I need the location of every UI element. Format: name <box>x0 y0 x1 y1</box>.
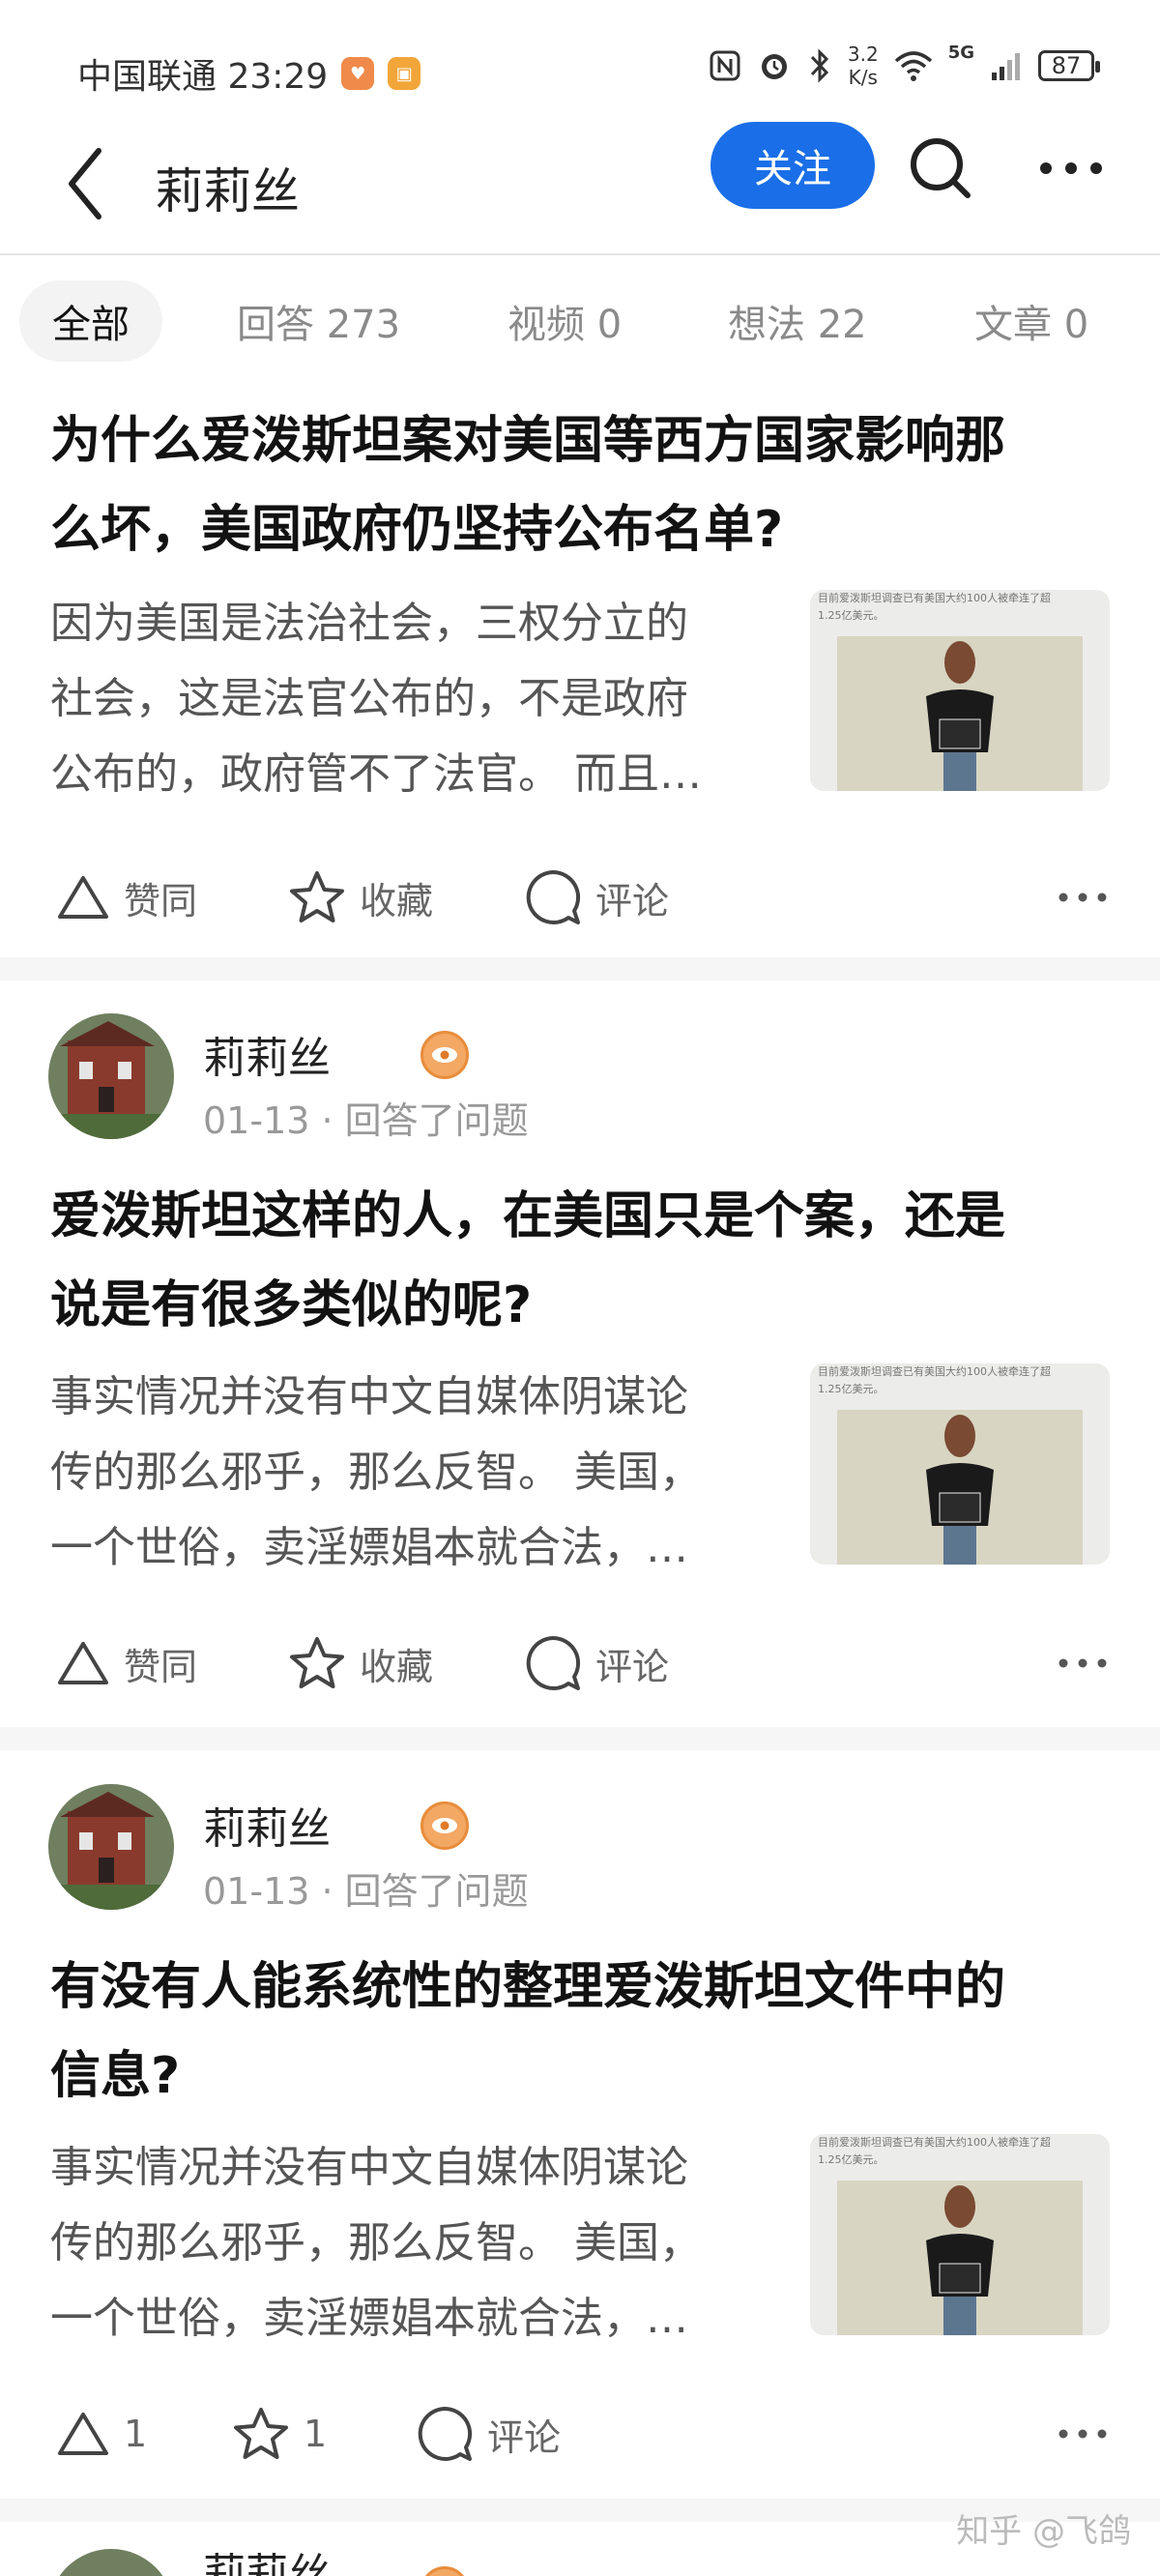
signal-type: 5G <box>947 43 974 63</box>
action-bar: 赞同 收藏 评论 <box>0 1615 1160 1712</box>
tab-answers[interactable]: 回答 273 <box>237 280 400 362</box>
nfc-icon <box>710 50 740 81</box>
action-bar: 1 1 评论 <box>0 2386 1160 2482</box>
signal-icon <box>992 53 1020 80</box>
favorite-button[interactable]: 1 <box>232 2386 327 2482</box>
answer-card[interactable]: 莉莉丝 01-13 · 回答了问题 爱泼斯坦这样的人，在美国只是个案，还是 说是… <box>0 1013 1160 1710</box>
page-title: 莉莉丝 <box>155 163 300 220</box>
carrier-time: 中国联通 23:29 <box>77 57 329 97</box>
thumbnail-photo <box>837 636 1083 791</box>
back-arrow-icon <box>69 148 102 220</box>
avatar-image <box>48 1013 174 1139</box>
star-icon <box>234 2408 288 2459</box>
comment-button[interactable]: 评论 <box>416 2386 561 2482</box>
question-title[interactable]: 有没有人能系统性的整理爱泼斯坦文件中的 信息? <box>50 1943 1114 2121</box>
favorite-button[interactable]: 收藏 <box>288 849 433 946</box>
card-separator <box>0 1727 1160 1750</box>
answer-excerpt[interactable]: 因为美国是法治社会，三权分立的 社会，这是法官公布的，不是政府 公布的，政府管不… <box>50 586 804 812</box>
net-speed: 3.2 <box>847 43 879 66</box>
upvote-triangle-icon <box>58 2413 108 2455</box>
action-bar: 赞同 收藏 评论 <box>0 849 1160 946</box>
tab-all[interactable]: 全部 <box>19 280 162 362</box>
content-tabs: 全部 回答 273 视频 0 想法 22 文章 0 <box>0 280 1160 367</box>
upvote-triangle-icon <box>58 876 108 919</box>
comment-button[interactable]: 评论 <box>524 849 669 946</box>
author-name[interactable]: 莉莉丝 <box>203 1794 331 1856</box>
app-notification-icon: ▣ <box>388 57 421 90</box>
author-name[interactable]: 莉莉丝 <box>203 1023 331 1085</box>
more-dots-icon <box>1058 893 1107 902</box>
star-icon <box>290 871 344 922</box>
author-name[interactable]: 莉莉丝 <box>203 2549 331 2576</box>
author-row[interactable]: 莉莉丝 01-13 · 回答了问题 <box>48 1784 1112 1916</box>
follow-button[interactable]: 关注 <box>710 122 875 209</box>
tab-thoughts[interactable]: 想法 22 <box>728 280 867 362</box>
avatar[interactable] <box>48 1784 174 1910</box>
watermark: 知乎 @飞鸽 <box>956 2512 1131 2551</box>
answer-card[interactable]: 为什么爱泼斯坦案对美国等西方国家影响那 么坏，美国政府仍坚持公布名单? 因为美国… <box>0 396 1160 948</box>
tab-articles[interactable]: 文章 0 <box>974 280 1088 362</box>
comment-button[interactable]: 评论 <box>524 1615 669 1712</box>
more-dots-icon <box>1058 2429 1107 2439</box>
wifi-icon <box>894 51 932 81</box>
avatar[interactable] <box>48 2549 174 2576</box>
search-icon <box>911 138 971 198</box>
answer-thumbnail[interactable]: 目前爱泼斯坦调查已有美国大约100人被牵连了超 1.25亿美元。 <box>810 590 1110 791</box>
header-divider <box>0 253 1160 255</box>
question-title[interactable]: 为什么爱泼斯坦案对美国等西方国家影响那 么坏，美国政府仍坚持公布名单? <box>50 396 1114 574</box>
upvote-button[interactable]: 赞同 <box>56 849 197 946</box>
card-separator <box>0 957 1160 981</box>
tab-videos[interactable]: 视频 0 <box>508 280 622 362</box>
answer-excerpt[interactable]: 事实情况并没有中文自媒体阴谋论 传的那么邪乎，那么反智。 美国， 一个世俗，卖淫… <box>50 1360 804 1586</box>
creator-badge-icon <box>420 1801 469 1850</box>
card-more-button[interactable] <box>1054 2405 1112 2463</box>
back-button[interactable] <box>58 135 116 232</box>
thumbnail-photo <box>837 2181 1083 2335</box>
answer-meta: 01-13 · 回答了问题 <box>203 1870 529 1913</box>
more-options-button[interactable] <box>1034 132 1108 205</box>
comment-bubble-icon <box>418 2406 473 2461</box>
answer-card[interactable]: 莉莉丝 <box>0 2549 1160 2576</box>
answer-excerpt[interactable]: 事实情况并没有中文自媒体阴谋论 传的那么邪乎，那么反智。 美国， 一个世俗，卖淫… <box>50 2130 804 2356</box>
answer-meta: 01-13 · 回答了问题 <box>203 1099 529 1142</box>
app-notification-icon: ♥ <box>341 57 375 90</box>
more-dots-icon <box>1058 1658 1107 1668</box>
card-more-button[interactable] <box>1054 1634 1112 1692</box>
thumbnail-photo <box>837 1410 1083 1565</box>
answer-thumbnail[interactable]: 目前爱泼斯坦调查已有美国大约100人被牵连了超 1.25亿美元。 <box>810 1363 1110 1565</box>
upvote-button[interactable]: 1 <box>56 2386 147 2482</box>
avatar-image <box>48 1784 174 1910</box>
card-more-button[interactable] <box>1054 868 1112 926</box>
comment-bubble-icon <box>526 1635 581 1690</box>
bluetooth-icon <box>810 48 828 83</box>
star-icon <box>290 1637 344 1688</box>
question-title[interactable]: 爱泼斯坦这样的人，在美国只是个案，还是 说是有很多类似的呢? <box>50 1172 1114 1350</box>
comment-bubble-icon <box>526 869 581 924</box>
upvote-triangle-icon <box>58 1642 108 1684</box>
battery-indicator: 87 <box>1038 50 1100 81</box>
answer-card[interactable]: 莉莉丝 01-13 · 回答了问题 有没有人能系统性的整理爱泼斯坦文件中的 信息… <box>0 1784 1160 2480</box>
author-row[interactable]: 莉莉丝 01-13 · 回答了问题 <box>48 1013 1112 1145</box>
upvote-button[interactable]: 赞同 <box>56 1615 197 1712</box>
alarm-icon <box>761 54 787 79</box>
net-speed-unit: K/s <box>848 66 878 89</box>
author-row[interactable]: 莉莉丝 <box>48 2549 1112 2576</box>
answer-thumbnail[interactable]: 目前爱泼斯坦调查已有美国大约100人被牵连了超 1.25亿美元。 <box>810 2134 1110 2335</box>
creator-badge-icon <box>420 2566 469 2576</box>
creator-badge-icon <box>420 1031 469 1079</box>
more-dots-icon <box>1040 162 1102 174</box>
search-button[interactable] <box>904 132 977 205</box>
avatar[interactable] <box>48 1013 174 1139</box>
profile-header: 莉莉丝 关注 <box>0 116 1160 253</box>
favorite-button[interactable]: 收藏 <box>288 1615 433 1712</box>
